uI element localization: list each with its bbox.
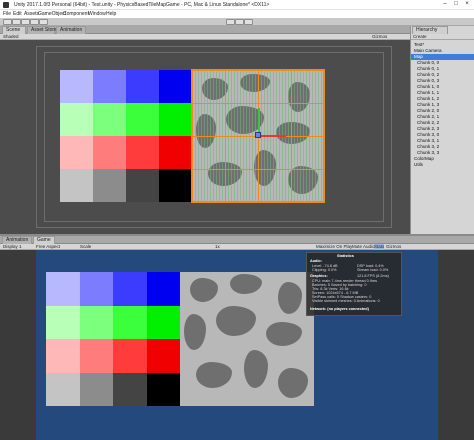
stats-graphics-line: Visible skinned meshes: 0 Animations: 0 — [312, 299, 380, 303]
menu-help[interactable]: Help — [106, 11, 116, 17]
palette-cell — [46, 372, 80, 406]
scene-tab-strip: Scene Asset Store Animation — [0, 26, 410, 34]
palette-cell — [93, 70, 126, 103]
stats-graphics-header: Graphics: — [310, 274, 328, 278]
palette-cell — [159, 70, 192, 103]
palette-cell — [60, 169, 93, 202]
unity-logo-icon — [3, 2, 9, 8]
palette-cell — [146, 272, 180, 306]
palette-cell — [146, 305, 180, 339]
rect-tool-button[interactable] — [39, 19, 48, 25]
menu-assets[interactable]: Assets — [24, 11, 39, 17]
stats-network: Network: (no players connected) — [310, 307, 369, 311]
hierarchy-toolbar: Create — [411, 34, 474, 40]
close-icon[interactable]: × — [462, 1, 472, 8]
game-view[interactable] — [0, 250, 474, 440]
tab-animation[interactable]: Animation — [2, 236, 32, 244]
palette-cell — [113, 305, 147, 339]
palette-cell — [93, 136, 126, 169]
palette-cell — [113, 339, 147, 373]
palette-cell — [126, 103, 159, 136]
palette-cell — [46, 339, 80, 373]
stats-audio-line: Stream load: 0.0% — [357, 268, 389, 272]
palette-cell — [46, 272, 80, 306]
step-button[interactable] — [244, 19, 253, 25]
tab-animation-top[interactable]: Animation — [56, 26, 86, 34]
palette-cell — [60, 103, 93, 136]
menu-bar: File Edit Assets GameObject Component Wi… — [0, 10, 474, 18]
chunk-border — [192, 169, 324, 170]
chunk-border — [192, 103, 324, 104]
palette-cell — [159, 169, 192, 202]
maximize-icon[interactable]: □ — [451, 1, 461, 8]
main-toolbar — [0, 18, 474, 26]
game-tile-map — [180, 272, 314, 406]
create-dropdown[interactable]: Create — [413, 34, 427, 40]
stats-audio-header: Audio: — [310, 259, 323, 263]
tab-asset-store[interactable]: Asset Store — [27, 26, 57, 34]
menu-gameobject[interactable]: GameObject — [38, 11, 66, 17]
palette-cell — [126, 70, 159, 103]
palette-cell — [126, 169, 159, 202]
title-bar: Unity 2017.1.0f3 Personal (64bit) - Test… — [0, 0, 474, 10]
stats-fps: 121.8 FPS (8.2ms) — [357, 274, 389, 278]
hand-tool-button[interactable] — [3, 19, 12, 25]
palette-cell — [146, 339, 180, 373]
palette-cell — [79, 372, 113, 406]
palette-cell — [93, 103, 126, 136]
palette-cell — [93, 169, 126, 202]
menu-edit[interactable]: Edit — [13, 11, 22, 17]
palette-cell — [79, 339, 113, 373]
minimize-icon[interactable]: – — [440, 1, 450, 8]
palette-cell — [60, 136, 93, 169]
tab-scene[interactable]: Scene — [2, 26, 26, 34]
game-tab-strip: Animation Game — [0, 236, 474, 244]
palette-cell — [126, 136, 159, 169]
tab-game[interactable]: Game — [33, 236, 55, 244]
palette-cell — [46, 305, 80, 339]
menu-file[interactable]: File — [3, 11, 11, 17]
palette-cell — [146, 372, 180, 406]
pause-button[interactable] — [235, 19, 244, 25]
menu-component[interactable]: Component — [63, 11, 89, 17]
scene-view[interactable] — [0, 40, 410, 234]
hierarchy-item[interactable]: Utils — [411, 162, 474, 168]
menu-window[interactable]: Window — [88, 11, 106, 17]
palette-cell — [113, 372, 147, 406]
move-gizmo-center[interactable] — [255, 132, 261, 138]
palette-cell — [79, 272, 113, 306]
tab-hierarchy[interactable]: Hierarchy — [412, 26, 448, 34]
stats-audio-line: Clipping: 0.0% — [312, 268, 337, 272]
statistics-overlay: Statistics Audio: Level: -74.8 dB DSP lo… — [306, 252, 402, 316]
stats-title: Statistics — [337, 254, 354, 258]
rotate-tool-button[interactable] — [21, 19, 30, 25]
palette-cell — [159, 136, 192, 169]
palette-cell — [159, 103, 192, 136]
move-gizmo-x-axis[interactable] — [258, 135, 286, 137]
hierarchy-panel: Hierarchy Create Test* Main Camera Map Chun… — [410, 26, 474, 234]
palette-cell — [113, 272, 147, 306]
game-color-palette — [46, 272, 180, 406]
move-tool-button[interactable] — [12, 19, 21, 25]
color-palette-board — [60, 70, 192, 202]
play-button[interactable] — [226, 19, 235, 25]
palette-cell — [60, 70, 93, 103]
palette-cell — [79, 305, 113, 339]
window-title: Unity 2017.1.0f3 Personal (64bit) - Test… — [14, 2, 270, 8]
scale-tool-button[interactable] — [30, 19, 39, 25]
